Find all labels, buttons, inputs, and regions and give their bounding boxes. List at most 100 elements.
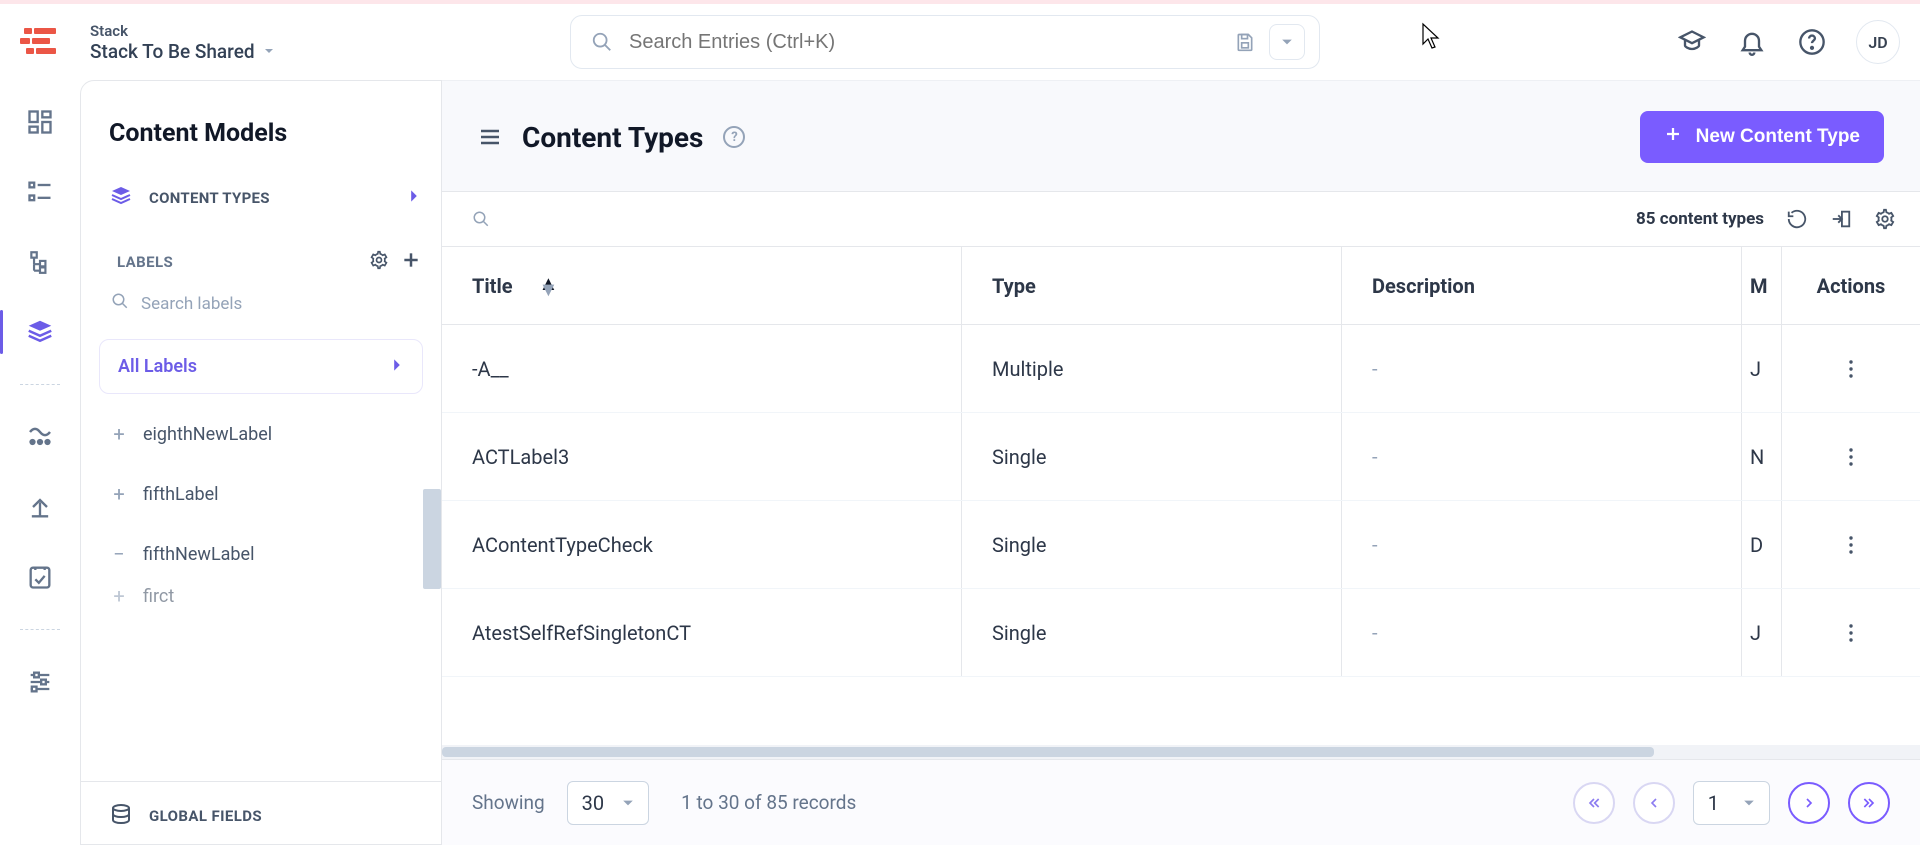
- label-item[interactable]: + fifthLabel: [81, 464, 441, 524]
- page-size-value: 30: [582, 791, 604, 815]
- table-head: Title ▲▼ Type Description M Actions: [442, 247, 1920, 325]
- showing-label: Showing: [472, 791, 545, 814]
- refresh-icon[interactable]: [1786, 208, 1808, 230]
- cell-description: -: [1342, 325, 1742, 412]
- table-row[interactable]: AContentTypeCheck Single - D: [442, 501, 1920, 589]
- toggle-sidebar-icon[interactable]: [478, 125, 502, 149]
- table-toolbar: 85 content types: [442, 191, 1920, 247]
- cell-title: AtestSelfRefSingletonCT: [442, 589, 962, 676]
- row-actions-kebab-icon[interactable]: [1839, 445, 1863, 469]
- main-area: Content Types ? New Content Type 85 cont…: [442, 80, 1920, 845]
- cell-type: Single: [962, 501, 1342, 588]
- search-labels[interactable]: Search labels: [81, 282, 441, 325]
- sidebar-panel: Content Models CONTENT TYPES LABELS: [80, 80, 442, 845]
- label-name: firct: [143, 586, 174, 607]
- cell-actions: [1782, 325, 1920, 412]
- rail-settings-icon[interactable]: [22, 664, 58, 700]
- layers-icon: [109, 184, 133, 212]
- rail-assets-icon[interactable]: [22, 244, 58, 280]
- global-fields-label: GLOBAL FIELDS: [149, 807, 262, 825]
- cell-actions: [1782, 413, 1920, 500]
- horizontal-scrollbar[interactable]: [442, 745, 1920, 759]
- save-icon[interactable]: [1235, 32, 1255, 52]
- labels-header-text: LABELS: [117, 253, 173, 271]
- search-icon: [591, 31, 613, 53]
- all-labels-row[interactable]: All Labels: [99, 339, 423, 394]
- search-input[interactable]: [629, 31, 1235, 54]
- content-types-table: Title ▲▼ Type Description M Actions -A__…: [442, 247, 1920, 845]
- label-item[interactable]: + eighthNewLabel: [81, 404, 441, 464]
- nav-rail: [0, 80, 80, 845]
- cell-type: Single: [962, 413, 1342, 500]
- stack-selector[interactable]: Stack Stack To Be Shared: [90, 22, 275, 63]
- rail-content-models-icon[interactable]: [22, 314, 58, 350]
- notifications-bell-icon[interactable]: [1736, 26, 1768, 58]
- sort-icon: ▲▼: [539, 280, 559, 292]
- rail-releases-icon[interactable]: [22, 489, 58, 525]
- cell-type: Multiple: [962, 325, 1342, 412]
- new-button-label: New Content Type: [1696, 126, 1860, 148]
- content-types-count: 85 content types: [1636, 209, 1764, 229]
- learn-icon[interactable]: [1676, 26, 1708, 58]
- sidebar-section-content-types[interactable]: CONTENT TYPES: [81, 170, 441, 226]
- help-icon[interactable]: [1796, 26, 1828, 58]
- cell-actions: [1782, 501, 1920, 588]
- cell-description: -: [1342, 501, 1742, 588]
- global-fields-icon: [109, 802, 133, 830]
- column-description[interactable]: Description: [1342, 247, 1742, 324]
- table-row[interactable]: ACTLabel3 Single - N: [442, 413, 1920, 501]
- labels-settings-gear-icon[interactable]: [369, 250, 389, 274]
- row-actions-kebab-icon[interactable]: [1839, 533, 1863, 557]
- search-icon: [111, 292, 129, 315]
- column-title[interactable]: Title ▲▼: [442, 247, 962, 324]
- cell-title: ACTLabel3: [442, 413, 962, 500]
- rail-entries-icon[interactable]: [22, 174, 58, 210]
- expand-icon: +: [111, 482, 127, 506]
- chevron-right-icon: [407, 189, 421, 207]
- pager-next-button[interactable]: [1788, 782, 1830, 824]
- page-number-select[interactable]: 1: [1693, 781, 1770, 825]
- row-actions-kebab-icon[interactable]: [1839, 621, 1863, 645]
- main-header: Content Types ? New Content Type: [442, 81, 1920, 191]
- add-label-plus-icon[interactable]: [401, 250, 421, 274]
- column-actions: Actions: [1782, 247, 1920, 324]
- topbar: Stack Stack To Be Shared: [0, 0, 1920, 80]
- page-size-select[interactable]: 30: [567, 781, 649, 825]
- global-search[interactable]: [570, 15, 1320, 69]
- rail-tasks-icon[interactable]: [22, 559, 58, 595]
- rail-dashboard-icon[interactable]: [22, 104, 58, 140]
- pager-last-button[interactable]: [1848, 782, 1890, 824]
- pager-prev-button[interactable]: [1633, 782, 1675, 824]
- caret-down-icon: [263, 45, 275, 57]
- records-range: 1 to 30 of 85 records: [681, 791, 856, 814]
- stack-eyebrow: Stack: [90, 22, 275, 40]
- user-avatar[interactable]: JD: [1856, 20, 1900, 64]
- label-item[interactable]: + firct: [81, 584, 441, 608]
- pagination: Showing 30 1 to 30 of 85 records 1: [442, 759, 1920, 845]
- table-settings-gear-icon[interactable]: [1874, 208, 1896, 230]
- rail-publish-queue-icon[interactable]: [22, 419, 58, 455]
- page-title: Content Types: [522, 121, 703, 154]
- table-search-icon[interactable]: [472, 210, 490, 228]
- page-help-icon[interactable]: ?: [723, 126, 745, 148]
- all-labels-text: All Labels: [118, 356, 197, 377]
- cell-title: AContentTypeCheck: [442, 501, 962, 588]
- import-icon[interactable]: [1830, 208, 1852, 230]
- row-actions-kebab-icon[interactable]: [1839, 357, 1863, 381]
- cell-m: J: [1742, 589, 1782, 676]
- new-content-type-button[interactable]: New Content Type: [1640, 111, 1884, 163]
- search-options-dropdown[interactable]: [1269, 24, 1305, 60]
- pager-first-button[interactable]: [1573, 782, 1615, 824]
- cell-actions: [1782, 589, 1920, 676]
- column-type[interactable]: Type: [962, 247, 1342, 324]
- stack-name: Stack To Be Shared: [90, 40, 255, 63]
- sidebar-section-global-fields[interactable]: GLOBAL FIELDS: [81, 781, 441, 844]
- table-row[interactable]: -A__ Multiple - J: [442, 325, 1920, 413]
- label-item[interactable]: − fifthNewLabel: [81, 524, 441, 584]
- search-labels-placeholder: Search labels: [141, 294, 242, 314]
- table-row[interactable]: AtestSelfRefSingletonCT Single - J: [442, 589, 1920, 677]
- cell-type: Single: [962, 589, 1342, 676]
- scrollbar-thumb[interactable]: [442, 747, 1654, 757]
- labels-header: LABELS: [81, 226, 441, 282]
- column-m[interactable]: M: [1742, 247, 1782, 324]
